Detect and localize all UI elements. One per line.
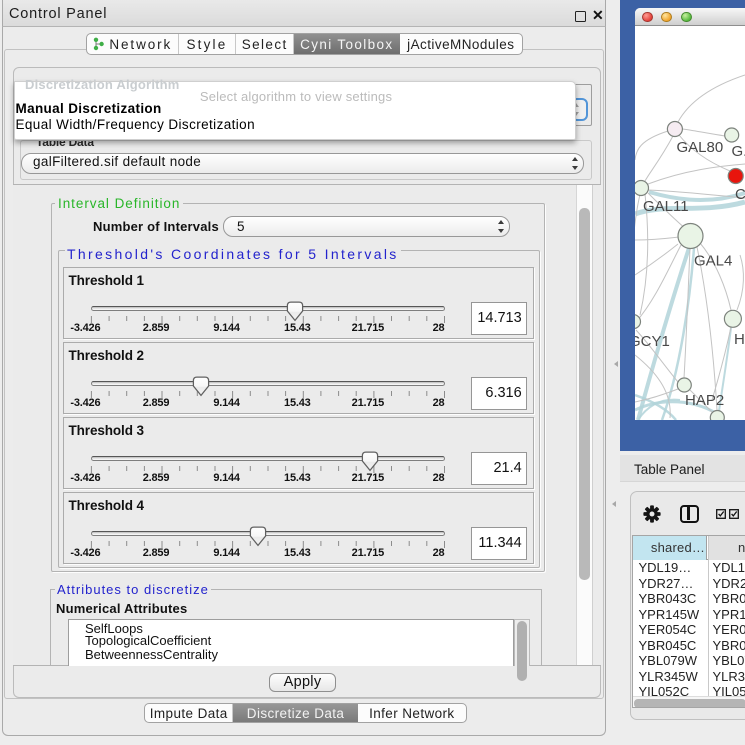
svg-text:C: C [735,186,745,203]
svg-text:GAL4: GAL4 [694,253,732,270]
svg-text:HAP2: HAP2 [685,392,724,409]
svg-text:GAL11: GAL11 [643,198,689,215]
svg-text:H: H [734,331,745,348]
svg-text:GCY1: GCY1 [635,333,670,350]
svg-text:GAL80: GAL80 [677,139,724,156]
svg-text:G.: G. [732,143,745,160]
